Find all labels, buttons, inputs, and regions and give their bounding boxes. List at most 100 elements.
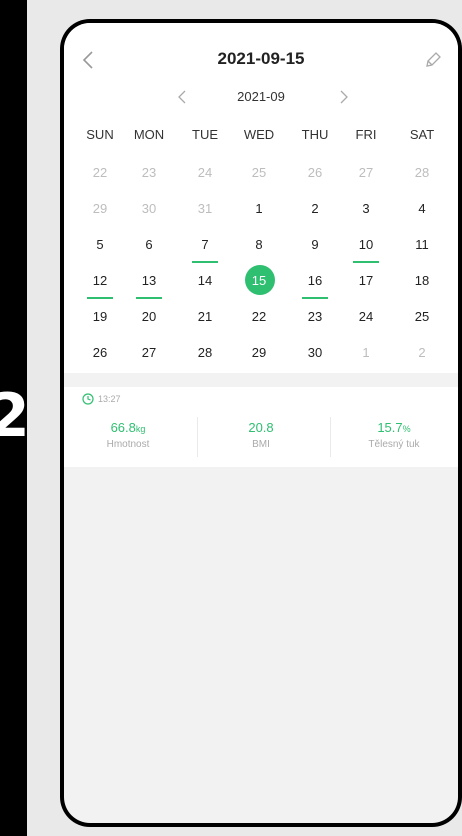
day-number: 13 <box>141 273 157 288</box>
month-switcher: 2021-09 <box>64 85 458 109</box>
clock-icon <box>82 393 94 405</box>
calendar-day[interactable]: 13 <box>124 263 174 299</box>
day-number: 23 <box>141 165 157 180</box>
day-number: 20 <box>141 309 157 324</box>
phone-screen: 2021-09-15 2021-09 SUN MON TUE WED THU FRI SAT… <box>64 23 458 823</box>
calendar-day[interactable]: 7 <box>180 227 230 263</box>
calendar-day-selected[interactable]: 15 <box>234 263 284 299</box>
day-number: 16 <box>307 273 323 288</box>
calendar-day[interactable]: 5 <box>75 227 125 263</box>
calendar-day[interactable]: 20 <box>124 299 174 335</box>
calendar-day[interactable]: 31 <box>180 191 230 227</box>
calendar-day[interactable]: 9 <box>290 227 340 263</box>
metric-value: 66.8kg <box>110 420 146 435</box>
calendar-day[interactable]: 23 <box>290 299 340 335</box>
calendar-day[interactable]: 11 <box>397 227 447 263</box>
weekday-label: FRI <box>355 127 377 142</box>
calendar-day[interactable]: 12 <box>75 263 125 299</box>
calendar-day[interactable]: 19 <box>75 299 125 335</box>
calendar-day[interactable]: 1 <box>341 335 391 371</box>
weekday-label: MON <box>133 127 165 142</box>
calendar-day[interactable]: 10 <box>341 227 391 263</box>
day-number: 23 <box>307 309 323 324</box>
day-number: 14 <box>197 273 213 288</box>
measurement-record[interactable]: 13:27 66.8kg Hmotnost 20.8 BMI 15.7% Tělesný … <box>64 387 458 467</box>
calendar-day[interactable]: 21 <box>180 299 230 335</box>
metric-bmi[interactable]: 20.8 BMI <box>197 419 325 459</box>
day-number: 12 <box>92 273 108 288</box>
metric-hmotnost[interactable]: 66.8kg Hmotnost <box>64 419 192 459</box>
day-number: 27 <box>141 345 157 360</box>
calendar-day[interactable]: 2 <box>397 335 447 371</box>
calendar-day[interactable]: 26 <box>75 335 125 371</box>
day-number: 30 <box>141 201 157 216</box>
calendar-day[interactable]: 30 <box>124 191 174 227</box>
left-band: 2 <box>0 0 27 836</box>
calendar-day[interactable]: 22 <box>234 299 284 335</box>
day-number: 3 <box>362 201 370 216</box>
calendar-day[interactable]: 8 <box>234 227 284 263</box>
day-number: 25 <box>251 165 267 180</box>
day-number: 29 <box>92 201 108 216</box>
calendar-day[interactable]: 25 <box>234 155 284 191</box>
calendar-day[interactable]: 17 <box>341 263 391 299</box>
calendar-day[interactable]: 25 <box>397 299 447 335</box>
day-number: 18 <box>414 273 430 288</box>
day-number: 30 <box>307 345 323 360</box>
day-number: 10 <box>358 237 374 252</box>
metric-value: 15.7% <box>377 420 411 435</box>
calendar-day[interactable]: 24 <box>341 299 391 335</box>
day-number: 25 <box>414 309 430 324</box>
day-number: 22 <box>251 309 267 324</box>
metric-divider <box>330 417 331 457</box>
calendar-day[interactable]: 23 <box>124 155 174 191</box>
day-number: 2 <box>311 201 319 216</box>
edit-icon[interactable] <box>422 49 444 71</box>
day-number: 11 <box>415 237 429 252</box>
calendar-day[interactable]: 2 <box>290 191 340 227</box>
day-number: 27 <box>358 165 374 180</box>
calendar-day[interactable]: 1 <box>234 191 284 227</box>
day-number: 15 <box>251 273 267 288</box>
metric-label: Hmotnost <box>106 439 150 450</box>
metric-value: 20.8 <box>248 420 274 435</box>
day-number: 28 <box>197 345 213 360</box>
calendar-day[interactable]: 27 <box>124 335 174 371</box>
day-number: 28 <box>414 165 430 180</box>
day-number: 22 <box>92 165 108 180</box>
calendar-day[interactable]: 29 <box>75 191 125 227</box>
next-month-icon[interactable] <box>336 85 352 109</box>
weekday-label: SUN <box>86 127 114 142</box>
weekday-label: THU <box>301 127 329 142</box>
calendar-day[interactable]: 14 <box>180 263 230 299</box>
calendar-grid: 22 23 24 25 26 27 28 29 30 31 1 2 3 4 5 6 7 8 9 10 11 12 13 14 1… <box>64 155 458 375</box>
day-number: 5 <box>96 237 104 252</box>
calendar-day[interactable]: 4 <box>397 191 447 227</box>
calendar-day[interactable]: 3 <box>341 191 391 227</box>
weekday-label: SAT <box>409 127 435 142</box>
calendar-day[interactable]: 6 <box>124 227 174 263</box>
calendar-day[interactable]: 18 <box>397 263 447 299</box>
calendar-day[interactable]: 27 <box>341 155 391 191</box>
calendar-day[interactable]: 16 <box>290 263 340 299</box>
day-number: 26 <box>307 165 323 180</box>
calendar-day[interactable]: 24 <box>180 155 230 191</box>
day-number: 1 <box>255 201 263 216</box>
calendar-day[interactable]: 28 <box>180 335 230 371</box>
calendar-day[interactable]: 30 <box>290 335 340 371</box>
day-number: 26 <box>92 345 108 360</box>
day-number: 6 <box>145 237 153 252</box>
page-title: 2021-09-15 <box>217 49 305 68</box>
calendar-day[interactable]: 28 <box>397 155 447 191</box>
day-number: 19 <box>92 309 108 324</box>
calendar-day[interactable]: 26 <box>290 155 340 191</box>
day-number: 7 <box>201 237 209 252</box>
step-number: 2 <box>0 381 27 451</box>
metric-tělesný-tuk[interactable]: 15.7% Tělesný tuk <box>330 419 458 459</box>
weekday-label: WED <box>243 127 275 142</box>
day-number: 31 <box>197 201 213 216</box>
calendar-day[interactable]: 22 <box>75 155 125 191</box>
day-number: 1 <box>362 345 370 360</box>
calendar-day[interactable]: 29 <box>234 335 284 371</box>
calendar-panel: 2021-09-15 2021-09 SUN MON TUE WED THU FRI SAT… <box>64 23 458 373</box>
